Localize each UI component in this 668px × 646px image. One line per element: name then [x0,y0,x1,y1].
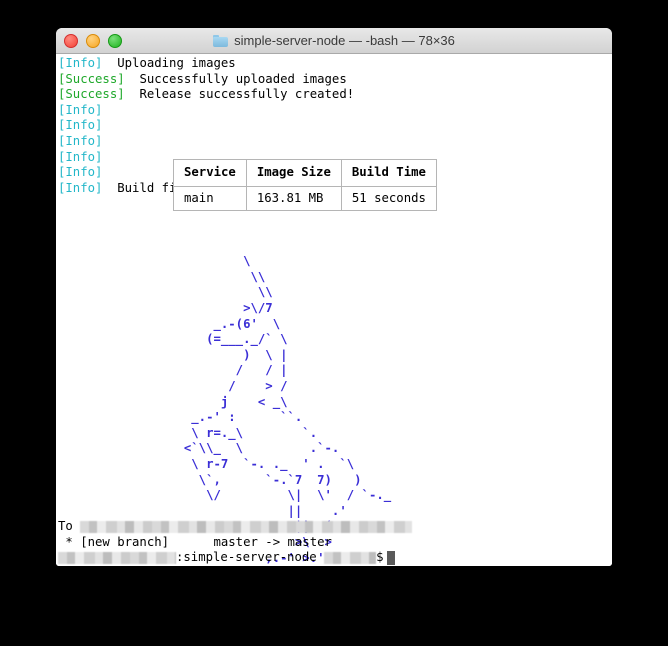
log-line: [Info] [56,134,612,150]
log-tag: [Info] [58,150,102,164]
log-tag: [Info] [58,56,102,70]
table-header-cell: Service [174,160,247,187]
title-center: simple-server-node — -bash — 78×36 [56,33,612,48]
table-header-row: ServiceImage SizeBuild Time [174,160,437,187]
table-header-cell: Image Size [246,160,341,187]
prompt-symbol: $ [376,550,383,566]
prompt-path: :simple-server-node [176,550,324,566]
redacted-branch-info [324,552,376,564]
redacted-remote-url [80,521,412,533]
table-row: main163.81 MB51 seconds [174,186,437,211]
log-line: [Info] Uploading images [56,56,612,72]
log-line: [Info] [56,103,612,119]
log-tag: [Info] [58,165,102,179]
table-cell: 163.81 MB [246,186,341,211]
log-tag: [Info] [58,134,102,148]
terminal-output-area[interactable]: [Info] Uploading images[Success] Success… [56,54,612,566]
build-summary-table: ServiceImage SizeBuild Time main163.81 M… [173,159,437,211]
table-header-cell: Build Time [341,160,436,187]
maximize-button[interactable] [108,34,122,48]
new-branch-text: * [new branch] master -> master [58,535,332,551]
log-tag: [Success] [58,87,125,101]
redacted-user-host [58,552,176,564]
table-cell: 51 seconds [341,186,436,211]
remote-url-line: To [56,519,612,535]
log-message: Release successfully created! [125,87,355,101]
log-tag: [Success] [58,72,125,86]
git-push-output: To * [new branch] master -> master :simp… [56,519,612,566]
close-button[interactable] [64,34,78,48]
window-controls[interactable] [64,34,122,48]
log-message: Successfully uploaded images [125,72,347,86]
table-cell: main [174,186,247,211]
log-tag: [Info] [58,181,102,195]
to-label: To [58,519,80,535]
title-bar[interactable]: simple-server-node — -bash — 78×36 [56,28,612,54]
log-line: [Info] [56,118,612,134]
window-title: simple-server-node — -bash — 78×36 [234,33,455,48]
log-line: [Success] Successfully uploaded images [56,72,612,88]
minimize-button[interactable] [86,34,100,48]
log-tag: [Info] [58,103,102,117]
terminal-window[interactable]: simple-server-node — -bash — 78×36 [Info… [56,28,612,566]
folder-icon [213,35,228,47]
new-branch-line: * [new branch] master -> master [56,535,612,551]
text-cursor[interactable] [387,551,395,565]
log-line: [Success] Release successfully created! [56,87,612,103]
log-tag: [Info] [58,118,102,132]
shell-prompt-line[interactable]: :simple-server-node $ [56,550,612,566]
log-message: Uploading images [102,56,235,70]
